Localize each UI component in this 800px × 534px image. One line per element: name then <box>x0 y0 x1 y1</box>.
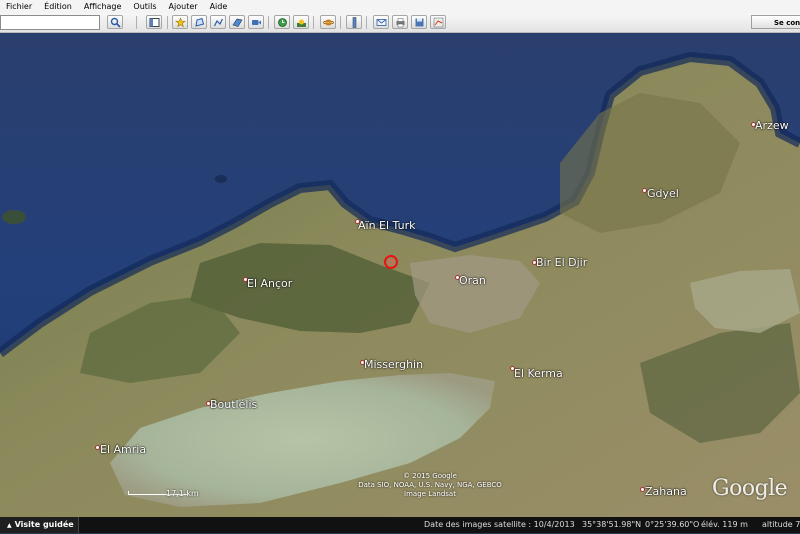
planet-button[interactable] <box>320 15 336 29</box>
toolbar-separator <box>268 16 269 29</box>
altitude-readout: altitude 7 <box>762 520 800 529</box>
sunlight-icon <box>296 19 306 27</box>
status-bar: ▲ Visite guidée Date des images satellite… <box>0 517 800 533</box>
place-label-el-amria[interactable]: El Amria <box>100 443 146 456</box>
place-label-misserghin[interactable]: Misserghin <box>364 358 423 371</box>
maps-icon <box>433 17 443 27</box>
place-label-oran[interactable]: Oran <box>459 274 486 287</box>
elevation-readout: élév. 119 m <box>701 520 748 529</box>
toolbar-separator <box>340 16 341 29</box>
menu-aide[interactable]: Aide <box>204 0 234 13</box>
search-input[interactable] <box>0 15 100 30</box>
longitude-readout: 0°25'39.60"O <box>645 520 700 529</box>
path-button[interactable] <box>210 15 226 29</box>
copyright-line: © 2015 Google <box>403 472 457 480</box>
image-overlay-icon <box>232 18 242 27</box>
imagery-date: Date des images satellite : 10/4/2013 <box>424 520 575 529</box>
save-image-icon <box>415 18 423 26</box>
print-button[interactable] <box>392 15 408 29</box>
placemark-icon <box>174 16 186 27</box>
maps-button[interactable] <box>430 15 446 29</box>
signin-button[interactable]: Se conn <box>751 15 800 29</box>
location-marker[interactable] <box>384 255 398 269</box>
toolbar-separator <box>167 16 168 29</box>
polygon-icon <box>194 17 204 27</box>
ruler-button[interactable] <box>346 15 362 29</box>
record-tour-icon <box>251 19 261 25</box>
email-button[interactable] <box>373 15 389 29</box>
print-icon <box>396 17 404 27</box>
toolbar-separator <box>366 16 367 29</box>
place-label-ain-el-turk[interactable]: Aïn El Turk <box>358 219 415 232</box>
save-image-button[interactable] <box>411 15 427 29</box>
copyright-line: Data SIO, NOAA, U.S. Navy, NGA, GEBCO <box>358 481 502 489</box>
menu-ajouter[interactable]: Ajouter <box>163 0 204 13</box>
image-overlay-button[interactable] <box>229 15 245 29</box>
place-label-el-ancor[interactable]: El Ançor <box>247 277 292 290</box>
map-copyright: © 2015 Google Data SIO, NOAA, U.S. Navy,… <box>345 472 515 499</box>
menu-fichier[interactable]: Fichier <box>0 0 38 13</box>
menu-edition[interactable]: Édition <box>38 0 78 13</box>
menu-bar: Fichier Édition Affichage Outils Ajouter… <box>0 0 800 13</box>
search-icon <box>110 17 121 28</box>
historical-imagery-icon <box>277 17 287 27</box>
toolbar-separator <box>313 16 314 29</box>
latitude-readout: 35°38'51.98"N <box>582 520 642 529</box>
scale-label: 17,1 km <box>166 489 199 498</box>
planet-icon <box>322 18 334 26</box>
copyright-line: Image Landsat <box>404 490 456 498</box>
menu-outils[interactable]: Outils <box>127 0 162 13</box>
placemark-button[interactable] <box>172 15 188 29</box>
search-button[interactable] <box>107 15 123 29</box>
place-label-gdyel[interactable]: Gdyel <box>647 187 679 200</box>
toolbar: Se conn <box>0 13 800 33</box>
toolbar-separator <box>136 16 137 29</box>
place-label-zahana[interactable]: Zahana <box>645 485 687 498</box>
tour-button[interactable]: ▲ Visite guidée <box>0 517 79 533</box>
google-logo: Google <box>712 476 788 501</box>
sidebar-toggle-icon <box>149 17 159 27</box>
place-label-el-kerma[interactable]: El Kerma <box>514 367 563 380</box>
ruler-icon <box>352 16 356 28</box>
tour-label: Visite guidée <box>14 520 74 529</box>
chevron-up-icon: ▲ <box>7 522 12 529</box>
sidebar-toggle-button[interactable] <box>146 15 162 29</box>
place-label-arzew[interactable]: Arzew <box>755 119 789 132</box>
email-icon <box>376 18 386 26</box>
path-icon <box>213 18 223 26</box>
menu-affichage[interactable]: Affichage <box>78 0 128 13</box>
sunlight-button[interactable] <box>293 15 309 29</box>
polygon-button[interactable] <box>191 15 207 29</box>
place-label-bir-el-djir[interactable]: Bir El Djir <box>536 256 587 269</box>
historical-imagery-button[interactable] <box>274 15 290 29</box>
place-label-boutlelis[interactable]: Boutlélis <box>210 398 257 411</box>
record-tour-button[interactable] <box>248 15 264 29</box>
map-view[interactable]: Arzew Gdyel Aïn El Turk Bir El Djir Oran… <box>0 33 800 517</box>
